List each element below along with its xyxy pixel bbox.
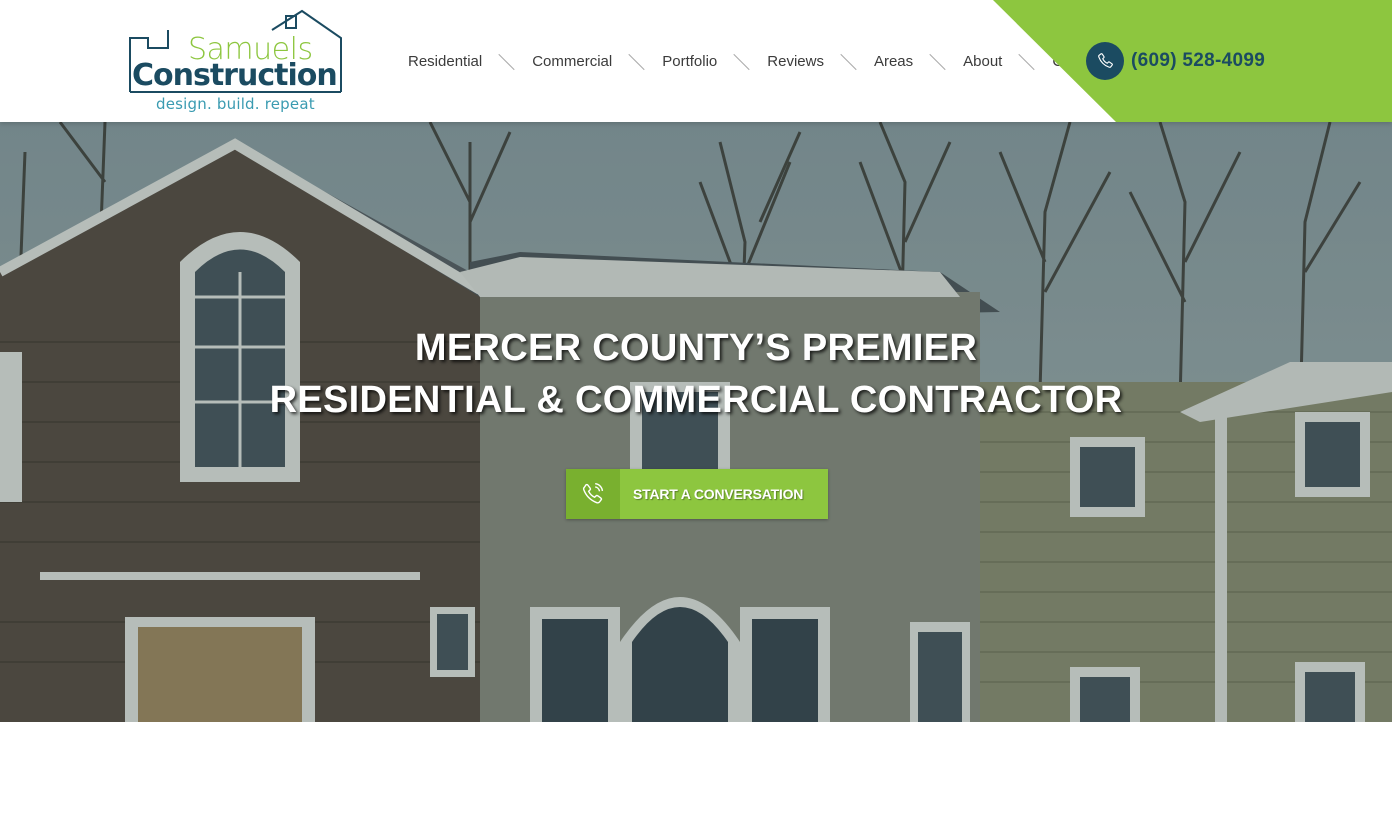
- nav-commercial[interactable]: Commercial: [532, 53, 612, 70]
- nav-separator: [628, 53, 646, 69]
- hero-overlay: [0, 122, 1392, 722]
- site-header: Samuels Construction design. build. repe…: [0, 0, 1392, 122]
- start-conversation-button[interactable]: START A CONVERSATION: [566, 469, 828, 519]
- nav-portfolio[interactable]: Portfolio: [662, 53, 717, 70]
- nav-separator: [1018, 53, 1036, 69]
- logo-tagline: design. build. repeat: [156, 95, 315, 113]
- nav-reviews[interactable]: Reviews: [767, 53, 824, 70]
- start-conversation-label: START A CONVERSATION: [633, 486, 804, 502]
- nav-separator: [733, 53, 751, 69]
- main-nav: Residential Commercial Portfolio Reviews…: [408, 50, 1104, 72]
- content-area: [0, 722, 1392, 824]
- hero-title-line1: MERCER COUNTY’S PREMIER: [414, 327, 978, 369]
- nav-residential[interactable]: Residential: [408, 53, 482, 70]
- logo-name-line2: Construction: [132, 58, 338, 93]
- nav-areas[interactable]: Areas: [874, 53, 913, 70]
- nav-separator: [840, 53, 858, 69]
- phone-icon[interactable]: [1086, 42, 1124, 80]
- phone-ringing-icon: [566, 469, 620, 519]
- header-phone-number[interactable]: (609) 528-4099: [1131, 50, 1265, 72]
- hero-section: MERCER COUNTY’S PREMIER RESIDENTIAL & CO…: [0, 122, 1392, 722]
- hero-title-line2: RESIDENTIAL & COMMERCIAL CONTRACTOR: [269, 379, 1123, 421]
- nav-separator: [498, 53, 516, 69]
- nav-separator: [929, 53, 947, 69]
- site-logo[interactable]: Samuels Construction design. build. repe…: [122, 8, 346, 116]
- nav-about[interactable]: About: [963, 53, 1002, 70]
